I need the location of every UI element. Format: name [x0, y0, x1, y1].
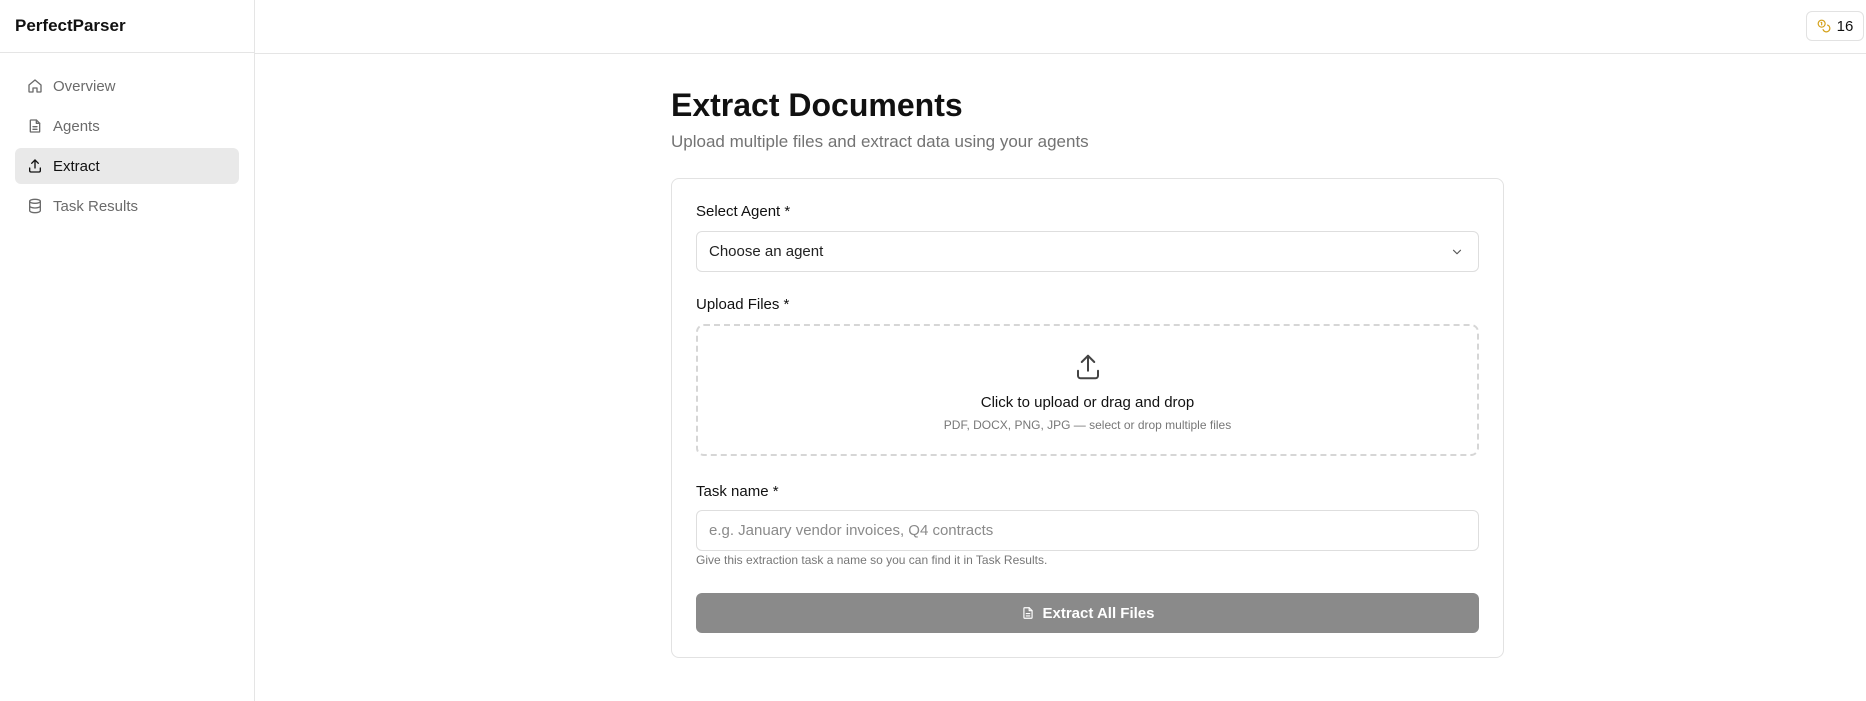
upload-icon	[27, 158, 43, 174]
document-icon	[27, 118, 43, 134]
sidebar-item-label: Agents	[53, 117, 100, 135]
coins-icon	[1817, 19, 1831, 33]
task-name-help: Give this extraction task a name so you …	[696, 553, 1048, 567]
page-title: Extract Documents	[671, 87, 963, 123]
task-name-input[interactable]	[696, 510, 1479, 551]
dropzone-title: Click to upload or drag and drop	[980, 394, 1195, 411]
extract-form-card: Select Agent * Choose an agent Upload Fi…	[671, 178, 1504, 658]
submit-label: Extract All Files	[1042, 604, 1155, 622]
home-icon	[27, 78, 43, 94]
top-bar: 16	[255, 0, 1866, 54]
sidebar-item-label: Task Results	[53, 197, 139, 215]
page-subtitle: Upload multiple files and extract data u…	[671, 132, 1089, 151]
chevron-down-icon	[1450, 245, 1464, 259]
sidebar: PerfectParser Overview Agents Extract Ta…	[0, 0, 255, 701]
credits-count: 16	[1836, 17, 1854, 35]
file-dropzone[interactable]: Click to upload or drag and drop PDF, DO…	[696, 324, 1479, 456]
brand-logo[interactable]: PerfectParser	[0, 0, 254, 53]
sidebar-nav: Overview Agents Extract Task Results	[0, 53, 254, 243]
sidebar-item-agents[interactable]: Agents	[15, 108, 239, 144]
sidebar-item-task-results[interactable]: Task Results	[15, 188, 239, 224]
sidebar-item-extract[interactable]: Extract	[15, 148, 239, 184]
agent-select[interactable]: Choose an agent	[696, 231, 1479, 272]
credits-button[interactable]: 16	[1806, 11, 1864, 41]
task-name-label: Task name *	[696, 483, 779, 500]
upload-icon	[1073, 352, 1103, 382]
upload-files-label: Upload Files *	[696, 296, 790, 313]
sidebar-item-overview[interactable]: Overview	[15, 68, 239, 104]
agent-select-value: Choose an agent	[709, 243, 824, 260]
document-icon	[1021, 606, 1035, 620]
agent-select-label: Select Agent *	[696, 203, 791, 220]
database-icon	[27, 198, 43, 214]
sidebar-item-label: Overview	[53, 77, 116, 95]
dropzone-hint: PDF, DOCX, PNG, JPG — select or drop mul…	[943, 418, 1232, 432]
main-content: Extract Documents Upload multiple files …	[671, 86, 1504, 658]
sidebar-item-label: Extract	[53, 157, 100, 175]
extract-all-files-button[interactable]: Extract All Files	[696, 593, 1479, 633]
